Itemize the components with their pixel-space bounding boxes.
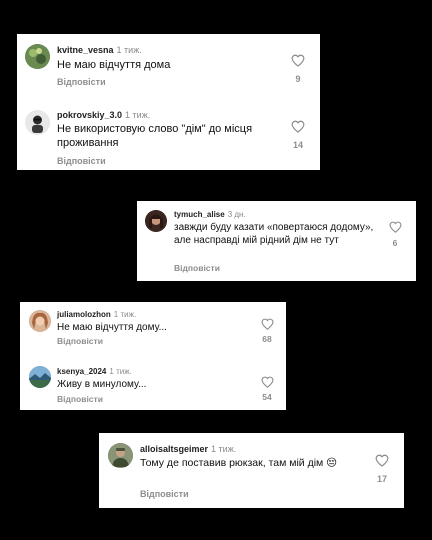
username-text[interactable]: pokrovskiy_3.0 (57, 110, 122, 120)
comment-time: 1 тиж. (125, 110, 151, 120)
reply-button[interactable]: Відповісти (174, 263, 220, 273)
comment-username[interactable]: kvitne_vesna 1 тиж. (57, 45, 142, 55)
heart-icon[interactable] (291, 120, 305, 133)
username-text[interactable]: kvitne_vesna (57, 45, 114, 55)
avatar[interactable] (29, 310, 51, 332)
avatar[interactable] (108, 443, 133, 468)
comment-item: alloisaltsgeimer 1 тиж. Тому де поставив … (99, 433, 404, 508)
avatar[interactable] (29, 366, 51, 388)
comment-username[interactable]: juliamolozhon 1 тиж. (57, 310, 136, 319)
comment-time: 3 дн. (227, 210, 246, 219)
heart-icon[interactable] (261, 318, 274, 330)
comment-username[interactable]: alloisaltsgeimer 1 тиж. (140, 444, 236, 454)
comment-item: kvitne_vesna 1 тиж. Не маю відчуття дома … (17, 34, 320, 102)
reply-button[interactable]: Відповісти (57, 336, 103, 346)
comment-time: 1 тиж. (109, 367, 132, 376)
like-count: 17 (376, 474, 387, 484)
heart-icon[interactable] (291, 54, 305, 67)
like-count: 14 (292, 140, 303, 150)
username-text[interactable]: juliamolozhon (57, 310, 111, 319)
heart-icon[interactable] (261, 376, 274, 388)
like-count: 9 (295, 74, 301, 84)
comment-time: 1 тиж. (116, 45, 142, 55)
comment-text: Не використовую слово "дім" до місця про… (57, 123, 253, 150)
comment-card-3: juliamolozhon 1 тиж. Не маю відчуття дому… (20, 302, 286, 410)
comment-username[interactable]: ksenya_2024 1 тиж. (57, 367, 132, 376)
avatar[interactable] (25, 110, 50, 135)
comment-time: 1 тиж. (113, 310, 137, 319)
comment-card-4: alloisaltsgeimer 1 тиж. Тому де поставив … (99, 433, 404, 508)
reply-button[interactable]: Відповісти (57, 77, 106, 87)
comment-time: 1 тиж. (211, 444, 237, 454)
comment-card-1: kvitne_vesna 1 тиж. Не маю відчуття дома … (17, 34, 320, 170)
comment-text: Не маю відчуття дома (57, 59, 171, 71)
username-text[interactable]: ksenya_2024 (57, 367, 106, 376)
username-text[interactable]: alloisaltsgeimer (140, 444, 208, 454)
comment-text: Не маю відчуття дому... (57, 322, 167, 333)
reply-button[interactable]: Відповісти (140, 489, 189, 499)
reply-button[interactable]: Відповісти (57, 394, 103, 404)
comment-item: tymuch_alise 3 дн. завжди буду казати «по… (137, 201, 416, 281)
comment-card-2: tymuch_alise 3 дн. завжди буду казати «по… (137, 201, 416, 281)
comment-text: завжди буду казати «повертаюся додому», … (174, 222, 374, 246)
username-text[interactable]: tymuch_alise (174, 210, 225, 219)
comment-username[interactable]: tymuch_alise 3 дн. (174, 210, 246, 219)
like-count: 54 (262, 392, 272, 402)
comment-item: ksenya_2024 1 тиж. Живу в минулому... Від… (20, 356, 286, 410)
avatar[interactable] (25, 44, 50, 69)
heart-icon[interactable] (375, 454, 389, 467)
comment-text: Живу в минулому... (57, 379, 147, 390)
reply-button[interactable]: Відповісти (57, 156, 106, 166)
comment-text: Тому де поставив рюкзак, там мій дім 😔 (140, 457, 338, 469)
like-count: 6 (392, 238, 398, 248)
comment-item: juliamolozhon 1 тиж. Не маю відчуття дому… (20, 302, 286, 356)
comment-username[interactable]: pokrovskiy_3.0 1 тиж. (57, 110, 150, 120)
heart-icon[interactable] (389, 221, 402, 233)
avatar[interactable] (145, 210, 167, 232)
comment-item: pokrovskiy_3.0 1 тиж. Не використовую сло… (17, 102, 320, 170)
like-count: 68 (262, 334, 272, 344)
